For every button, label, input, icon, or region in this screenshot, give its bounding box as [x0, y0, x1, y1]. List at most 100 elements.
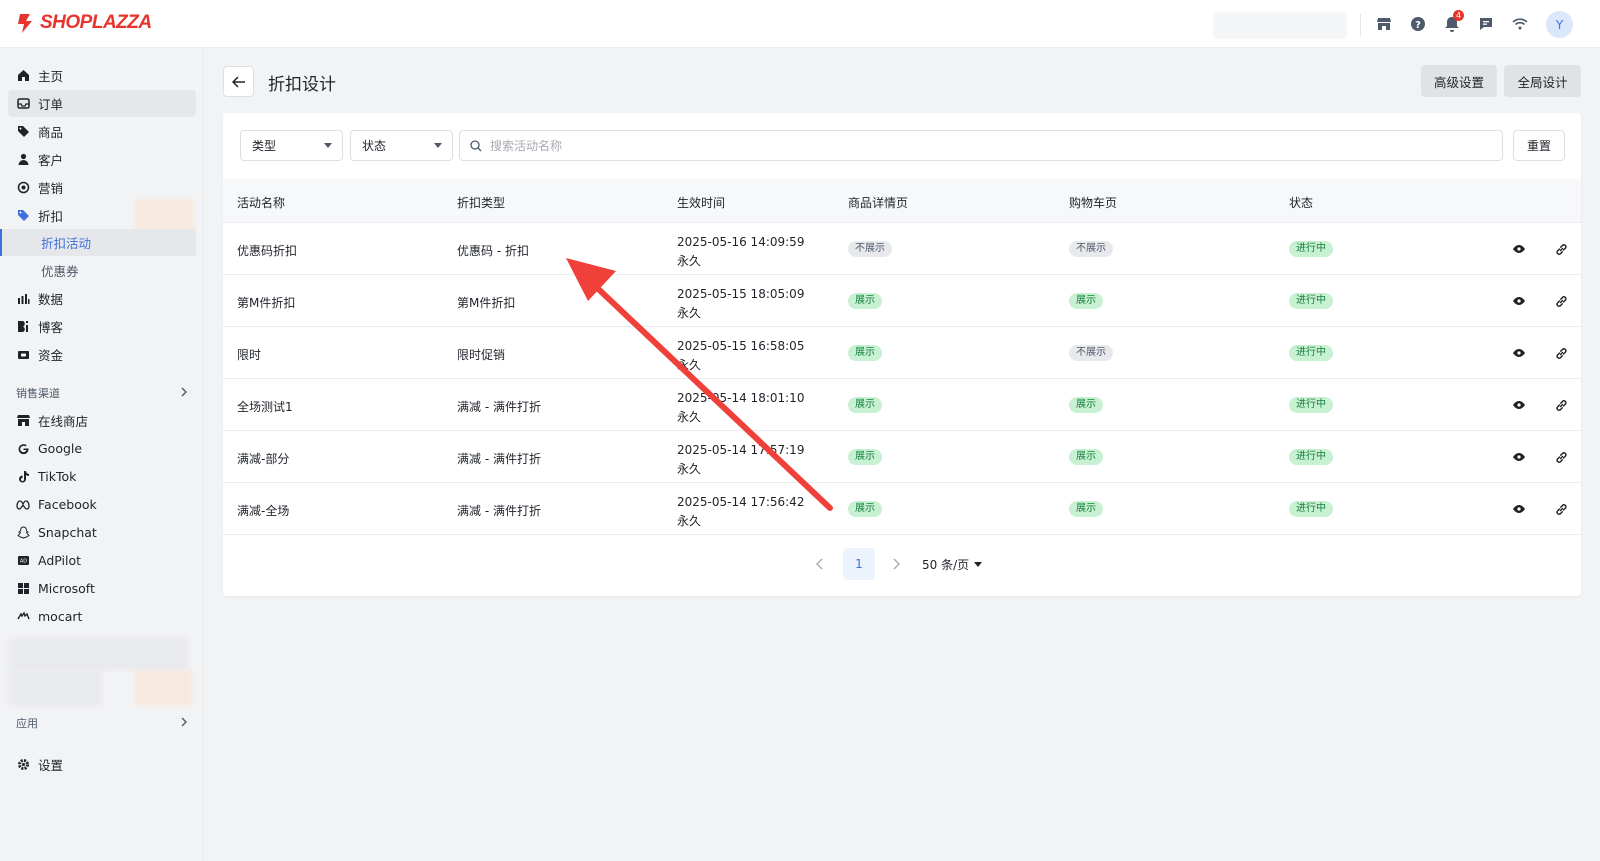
table-row[interactable]: 限时 限时促销 2025-05-15 16:58:05 永久 展示 不展示 进行…: [223, 327, 1581, 379]
link-icon[interactable]: [1553, 345, 1569, 361]
sidebar-item-online-store[interactable]: 在线商店: [8, 407, 196, 434]
pagination: 1 50 条/页: [223, 548, 1581, 580]
wifi-icon[interactable]: [1508, 12, 1532, 36]
discount-type: 限时促销: [457, 348, 506, 362]
notification-bell-icon[interactable]: 4: [1440, 10, 1464, 36]
discount-type: 满减 - 满件打折: [457, 504, 541, 518]
sidebar-item-label: Snapchat: [38, 525, 97, 540]
type-filter-select[interactable]: 类型: [240, 130, 343, 161]
sidebar-item-products[interactable]: 商品: [8, 118, 196, 145]
page-size-select[interactable]: 50 条/页: [922, 556, 983, 573]
link-icon[interactable]: [1553, 501, 1569, 517]
sidebar-item-snapchat[interactable]: Snapchat: [8, 519, 196, 546]
status-badge: 进行中: [1289, 345, 1333, 361]
product-page-badge: 展示: [848, 501, 882, 517]
cart-page-badge: 展示: [1069, 293, 1103, 309]
divider: [1360, 14, 1361, 36]
sidebar-item-label: 资金: [38, 348, 64, 363]
message-icon[interactable]: [1474, 12, 1498, 36]
sidebar-item-google[interactable]: Google: [8, 435, 196, 462]
sidebar-item-mocart[interactable]: mocart: [8, 603, 196, 630]
store-icon[interactable]: [1372, 12, 1396, 36]
global-design-button[interactable]: 全局设计: [1504, 65, 1581, 97]
eye-icon[interactable]: [1511, 501, 1527, 517]
product-page-badge: 展示: [848, 449, 882, 465]
end-time: 永久: [677, 358, 702, 372]
cart-page-badge: 展示: [1069, 397, 1103, 413]
sidebar-item-label: 折扣: [38, 209, 64, 224]
reset-button[interactable]: 重置: [1513, 130, 1565, 161]
avatar[interactable]: Y: [1546, 11, 1573, 38]
eye-icon[interactable]: [1511, 241, 1527, 257]
blurred-region: [9, 670, 102, 706]
chevron-right-icon: [180, 387, 188, 400]
sidebar-item-tiktok[interactable]: TikTok: [8, 463, 196, 490]
eye-icon[interactable]: [1511, 293, 1527, 309]
status-badge: 进行中: [1289, 449, 1333, 465]
help-icon[interactable]: ?: [1406, 12, 1430, 36]
discount-type: 满减 - 满件打折: [457, 452, 541, 466]
apps-header[interactable]: 应用: [16, 715, 188, 731]
next-page-icon[interactable]: [888, 556, 904, 572]
eye-icon[interactable]: [1511, 397, 1527, 413]
current-page-button[interactable]: 1: [843, 548, 875, 580]
start-time: 2025-05-16 14:09:59: [677, 235, 805, 249]
sidebar-item-label: 数据: [38, 292, 64, 307]
table-row[interactable]: 满减-部分 满减 - 满件打折 2025-05-14 17:57:19 永久 展…: [223, 431, 1581, 483]
blurred-store-switcher[interactable]: [1213, 12, 1347, 39]
tag-icon: [16, 125, 30, 139]
top-bar: SHOPLAZZA ? 4 Y: [0, 0, 1600, 48]
sidebar-item-customers[interactable]: 客户: [8, 146, 196, 173]
table-row[interactable]: 满减-全场 满减 - 满件打折 2025-05-14 17:56:42 永久 展…: [223, 483, 1581, 535]
shoplazza-logo-icon: [18, 14, 32, 33]
effective-time: 2025-05-15 18:05:09 永久: [677, 285, 804, 323]
sales-channels-header[interactable]: 销售渠道: [16, 385, 188, 401]
status-filter-select[interactable]: 状态: [350, 130, 453, 161]
link-icon[interactable]: [1553, 241, 1569, 257]
column-header-product-page: 商品详情页: [848, 196, 909, 210]
gear-icon: [16, 758, 30, 772]
sidebar-item-analytics[interactable]: 数据: [8, 285, 196, 312]
cart-page-badge: 不展示: [1069, 241, 1113, 257]
sidebar-item-label: 订单: [38, 97, 64, 112]
sidebar-item-microsoft[interactable]: Microsoft: [8, 575, 196, 602]
link-icon[interactable]: [1553, 293, 1569, 309]
eye-icon[interactable]: [1511, 449, 1527, 465]
sidebar-item-settings[interactable]: 设置: [8, 751, 196, 778]
back-button[interactable]: [223, 66, 254, 97]
sidebar-item-facebook[interactable]: Facebook: [8, 491, 196, 518]
link-icon[interactable]: [1553, 397, 1569, 413]
link-icon[interactable]: [1553, 449, 1569, 465]
search-input[interactable]: [490, 138, 1390, 153]
sidebar-item-orders[interactable]: 订单: [8, 90, 196, 117]
sidebar-item-marketing[interactable]: 营销: [8, 174, 196, 201]
table-row[interactable]: 第M件折扣 第M件折扣 2025-05-15 18:05:09 永久 展示 展示…: [223, 275, 1581, 327]
prev-page-icon[interactable]: [812, 556, 828, 572]
adpilot-icon: AD: [16, 554, 30, 568]
home-icon: [16, 69, 30, 83]
sidebar-item-label: mocart: [38, 609, 83, 624]
blurred-region: [135, 670, 192, 706]
end-time: 永久: [677, 462, 702, 476]
caret-down-icon: [324, 143, 332, 148]
column-header-cart-page: 购物车页: [1069, 196, 1118, 210]
sidebar-item-label: Google: [38, 441, 83, 456]
brand-logo[interactable]: SHOPLAZZA: [16, 12, 152, 34]
sidebar-item-discount-activities[interactable]: 折扣活动: [0, 229, 196, 256]
sidebar-item-finance[interactable]: 资金: [8, 341, 196, 368]
sidebar-item-coupons[interactable]: 优惠券: [0, 257, 196, 284]
sidebar-item-home[interactable]: 主页: [8, 62, 196, 89]
sidebar-item-blog[interactable]: 博客: [8, 313, 196, 340]
advanced-settings-button[interactable]: 高级设置: [1421, 65, 1497, 97]
caret-down-icon: [974, 562, 983, 567]
table-row[interactable]: 优惠码折扣 优惠码 - 折扣 2025-05-16 14:09:59 永久 不展…: [223, 223, 1581, 275]
search-box[interactable]: [459, 130, 1503, 161]
section-title: 应用: [16, 717, 38, 730]
eye-icon[interactable]: [1511, 345, 1527, 361]
user-icon: [16, 153, 30, 167]
column-header-time: 生效时间: [677, 196, 726, 210]
table-row[interactable]: 全场测试1 满减 - 满件打折 2025-05-14 18:01:10 永久 展…: [223, 379, 1581, 431]
sidebar-item-label: TikTok: [38, 469, 77, 484]
sidebar-item-adpilot[interactable]: AD AdPilot: [8, 547, 196, 574]
sidebar-item-label: 客户: [38, 153, 64, 168]
